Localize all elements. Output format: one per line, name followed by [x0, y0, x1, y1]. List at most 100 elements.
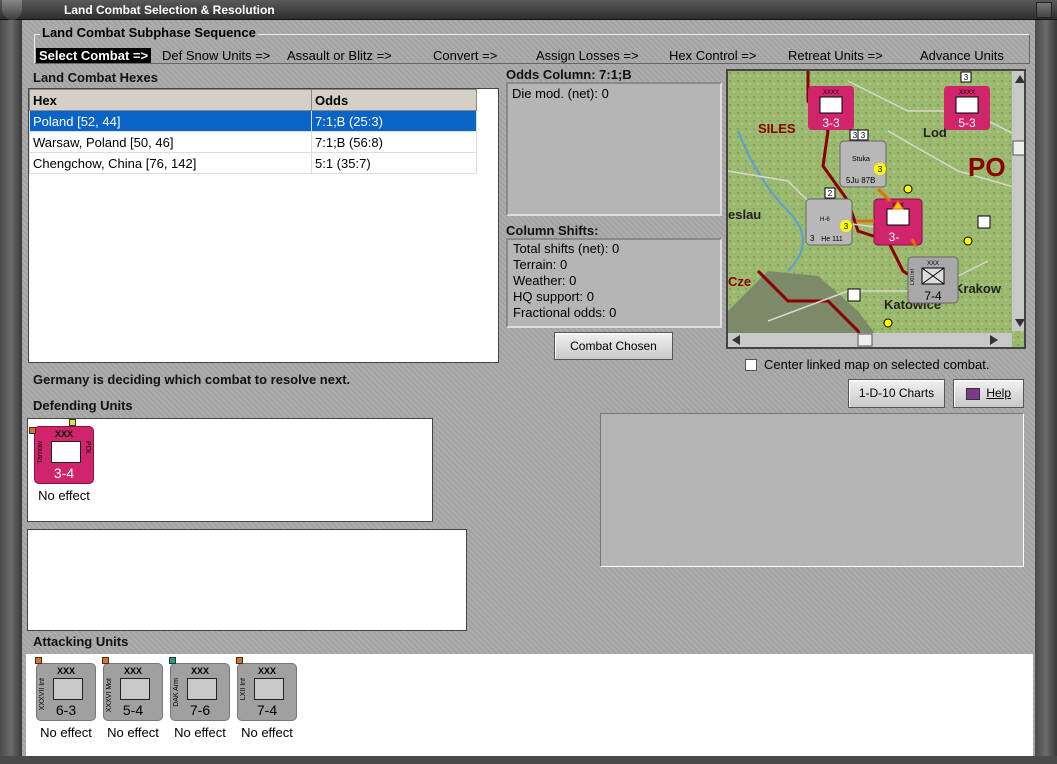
- stack-count: 2: [828, 189, 833, 198]
- map-vertical-scroll-thumb[interactable]: [1012, 140, 1026, 156]
- result-text-panel: [27, 529, 467, 631]
- odds-readout: Die mod. (net): 0: [506, 82, 722, 216]
- unit-marker-orange: [29, 427, 36, 434]
- counter-model: Ju 87B: [851, 176, 876, 185]
- combat-chosen-button[interactable]: Combat Chosen: [554, 332, 673, 360]
- frame-knob-left: [2, 0, 22, 20]
- unit-counter: XXX LXII Inf 7-4: [237, 663, 297, 721]
- column-shifts-readout: Total shifts (net): 0 Terrain: 0 Weather…: [506, 238, 722, 328]
- status-message: Germany is deciding which combat to reso…: [33, 372, 351, 387]
- table-row[interactable]: Chengchow, China [76, 142] 5:1 (35:7): [29, 152, 477, 174]
- unit-type-icon: [51, 441, 81, 463]
- row-odds: 7:1;B (56:8): [311, 131, 477, 153]
- unit-strength: 7-6: [189, 702, 211, 718]
- unit-name: Tarnow: [37, 441, 44, 464]
- center-map-label: Center linked map on selected combat.: [764, 357, 990, 372]
- center-map-checkbox[interactable]: [745, 359, 757, 371]
- attacking-unit[interactable]: XXX XXXVII Inf 6-3 No effect: [35, 663, 97, 740]
- attacking-unit[interactable]: XXX XXXVI Mot 5-4 No effect: [102, 663, 164, 740]
- unit-effect: No effect: [174, 725, 226, 740]
- unit-size: XXX: [190, 666, 209, 676]
- stack-count: 3: [861, 131, 866, 140]
- armor-icon: [187, 678, 217, 700]
- unit-size: XXX: [123, 666, 142, 676]
- total-shifts: Total shifts (net): 0: [513, 241, 620, 256]
- map-label-silesia: SILES: [758, 121, 796, 136]
- linked-map[interactable]: SILES Lod PO eslau Cze Katowice Krakow X…: [726, 69, 1026, 349]
- counter-strength: 3-3: [822, 116, 840, 130]
- unit-strength: 7-4: [256, 702, 278, 718]
- map-label-czech: Cze: [728, 274, 751, 289]
- map-label-krakow: Krakow: [954, 281, 1002, 296]
- unit-effect: No effect: [38, 488, 90, 503]
- counter-name: LXII Inf: [910, 269, 916, 285]
- row-hex: Warsaw, Poland [50, 46]: [29, 131, 312, 153]
- charts-button[interactable]: 1-D-10 Charts: [848, 379, 945, 408]
- terrain-shift: Terrain: 0: [513, 257, 568, 272]
- table-row[interactable]: Poland [52, 44] 7:1;B (25:3): [29, 110, 477, 132]
- city-dot: [903, 184, 913, 194]
- attacking-units-panel: XXX XXXVII Inf 6-3 No effect XXX XXXVI M…: [26, 654, 1033, 760]
- help-button[interactable]: Help: [953, 379, 1024, 408]
- seq-select-combat: Select Combat =>: [36, 48, 152, 63]
- counter-type: Stuka: [852, 156, 870, 163]
- help-label: Help: [986, 386, 1011, 400]
- row-odds: 5:1 (35:7): [311, 152, 477, 174]
- stack-count: 3: [964, 73, 969, 82]
- frame-right: [1035, 20, 1057, 764]
- table-row[interactable]: Warsaw, Poland [50, 46] 7:1;B (56:8): [29, 131, 477, 153]
- map-vertical-scrollbar[interactable]: [1012, 71, 1026, 331]
- motorized-icon: [120, 678, 150, 700]
- attacking-unit[interactable]: XXX LXII Inf 7-4 No effect: [236, 663, 298, 740]
- unit-size: XXX: [257, 666, 276, 676]
- map-counter-lxii[interactable]: XXX 7-4 LXII Inf: [907, 256, 959, 304]
- subphase-sequence-title: Land Combat Subphase Sequence: [40, 25, 258, 40]
- counter-size: XXXX: [959, 90, 975, 96]
- minimize-window-button[interactable]: [1036, 2, 1052, 18]
- unit-size: XXX: [54, 429, 73, 439]
- unit-counter: XXX XXXVII Inf 6-3: [36, 663, 96, 721]
- unit-marker-green: [169, 657, 176, 664]
- attacking-unit[interactable]: XXX DAK Arm 7-6 No effect: [169, 663, 231, 740]
- unit-effect: No effect: [107, 725, 159, 740]
- unit-strength: 6-3: [55, 702, 77, 718]
- seq-assign-losses: Assign Losses =>: [536, 48, 639, 63]
- title-bar: Land Combat Selection & Resolution: [0, 0, 1057, 20]
- hexes-list: Hex Odds Poland [52, 44] 7:1;B (25:3) Wa…: [28, 88, 499, 363]
- odds-column-label: Odds Column: 7:1;B: [506, 67, 632, 82]
- help-book-icon: [966, 388, 980, 400]
- unit-counter: XXX DAK Arm 7-6: [170, 663, 230, 721]
- combat-display-panel: [600, 413, 1024, 567]
- counter-size: XXXX: [823, 90, 839, 96]
- seq-hex-control: Hex Control =>: [669, 48, 757, 63]
- counter-strength: 5: [846, 176, 851, 185]
- column-hex[interactable]: Hex: [29, 89, 312, 111]
- unit-counter: XXX Tarnow POL 3-4: [34, 426, 94, 484]
- factory-icon: [977, 215, 991, 229]
- unit-marker-orange: [102, 657, 109, 664]
- counter-type: He 111: [821, 236, 843, 243]
- map-label-breslau: eslau: [728, 207, 761, 222]
- city-dot: [963, 236, 973, 246]
- row-odds: 7:1;B (25:3): [311, 110, 477, 132]
- seq-retreat-units: Retreat Units =>: [788, 48, 883, 63]
- row-hex: Chengchow, China [76, 142]: [29, 152, 312, 174]
- stack-count: 3: [853, 131, 858, 140]
- hexes-table: Hex Odds Poland [52, 44] 7:1;B (25:3) Wa…: [29, 89, 477, 174]
- counter-range: 3: [844, 222, 849, 231]
- defending-unit[interactable]: XXX Tarnow POL 3-4 No effect: [33, 426, 95, 503]
- map-horizontal-scroll-thumb[interactable]: [857, 333, 873, 347]
- window-title: Land Combat Selection & Resolution: [64, 3, 275, 17]
- column-odds[interactable]: Odds: [311, 89, 477, 111]
- seq-def-snow: Def Snow Units =>: [162, 48, 271, 63]
- unit-marker-orange: [35, 657, 42, 664]
- weather-shift: Weather: 0: [513, 273, 577, 288]
- factory-icon: [847, 288, 861, 302]
- counter-strength: 5-3: [958, 116, 976, 130]
- seq-convert: Convert =>: [433, 48, 498, 63]
- frame-bottom: [0, 756, 1057, 764]
- fractional-odds-shift: Fractional odds: 0: [513, 305, 617, 320]
- defending-units-panel: XXX Tarnow POL 3-4 No effect: [27, 418, 433, 522]
- row-hex: Poland [52, 44]: [29, 110, 312, 132]
- unit-effect: No effect: [241, 725, 293, 740]
